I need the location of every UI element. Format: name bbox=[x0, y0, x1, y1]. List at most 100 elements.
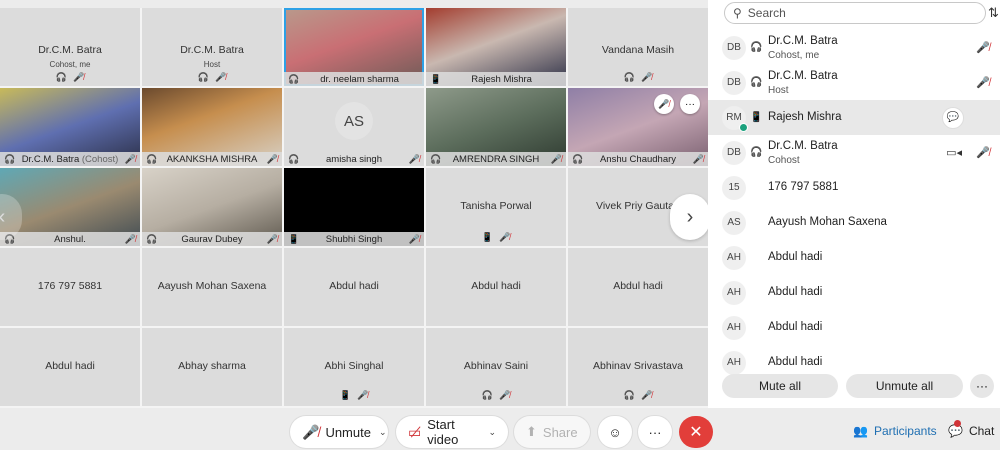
audio-icon: 🎧 bbox=[572, 154, 584, 164]
tile-amrendra-singh[interactable]: 🎧 AMRENDRA SINGH 🎤̸ bbox=[426, 88, 566, 166]
participant-role: Host bbox=[768, 85, 789, 96]
more-options-button[interactable]: ··· bbox=[970, 374, 994, 398]
tile-label: Anshu Chaudhary bbox=[599, 153, 677, 165]
audio-icon: 🎧 bbox=[55, 72, 67, 82]
tile-name: Abhi Singhal bbox=[324, 360, 384, 372]
participant-role: Cohost, me bbox=[768, 50, 820, 61]
video-grid: Dr.C.M. Batra Cohost, me 🎧 🎤̸ Dr.C.M. Ba… bbox=[0, 8, 710, 408]
tile-vandana-masih[interactable]: Vandana Masih 🎧 🎤̸ bbox=[568, 8, 708, 86]
reactions-button[interactable]: ☺ bbox=[598, 416, 632, 448]
tile-name: Tanisha Porwal bbox=[460, 200, 532, 212]
audio-icon: 🎧 bbox=[481, 390, 493, 400]
participants-tab[interactable]: 👥 Participants bbox=[845, 416, 945, 446]
audio-icon: 🎧 bbox=[146, 234, 158, 244]
mic-muted-icon[interactable]: 🎤̸ bbox=[976, 76, 990, 89]
tile-anshu-chaudhary[interactable]: 🎤̸ ··· 🎧 Anshu Chaudhary 🎤̸ bbox=[568, 88, 708, 166]
tile-abhay-sharma[interactable]: Abhay sharma bbox=[142, 328, 282, 406]
tile-dr-cm-batra-me[interactable]: Dr.C.M. Batra Cohost, me 🎧 🎤̸ bbox=[0, 8, 140, 86]
phone-icon: 📱 bbox=[750, 112, 763, 123]
tile-abdul-hadi[interactable]: Abdul hadi bbox=[284, 248, 424, 326]
mic-muted-icon: 🎤̸ bbox=[73, 72, 85, 82]
next-page-button[interactable]: › bbox=[670, 194, 710, 240]
more-options-button[interactable]: ··· bbox=[638, 416, 672, 448]
tile-shubhi-singh[interactable]: 📱 Shubhi Singh 🎤̸ bbox=[284, 168, 424, 246]
chevron-down-icon[interactable]: ⌄ bbox=[379, 427, 387, 438]
tile-dr-cm-batra-host[interactable]: Dr.C.M. Batra Host 🎧 🎤̸ bbox=[142, 8, 282, 86]
audio-icon: 🎧 bbox=[623, 72, 635, 82]
avatar: RM bbox=[722, 105, 748, 132]
mute-participant-button[interactable]: 🎤̸ bbox=[654, 94, 674, 114]
tile-name: Abdul hadi bbox=[329, 280, 379, 292]
participant-row[interactable]: AH Abdul hadi bbox=[708, 310, 1000, 345]
unmute-button[interactable]: 🎤̸ Unmute ⌄ bbox=[290, 416, 388, 448]
phone-icon: 📱 bbox=[339, 390, 351, 400]
tile-name: Dr.C.M. Batra bbox=[38, 44, 102, 56]
participants-tab-label: Participants bbox=[873, 424, 937, 438]
participant-row[interactable]: DB 🎧 Dr.C.M. Batra Cohost ▭◂ 🎤̸ bbox=[708, 135, 1000, 170]
meeting-window: Dr.C.M. Batra Cohost, me 🎧 🎤̸ Dr.C.M. Ba… bbox=[0, 0, 1000, 450]
share-button[interactable]: ⬆ Share bbox=[514, 416, 590, 448]
ellipsis-icon: ··· bbox=[976, 379, 988, 393]
start-video-button[interactable]: ▭̸ Start video ⌄ bbox=[396, 416, 508, 448]
more-options-button[interactable]: ··· bbox=[680, 94, 700, 114]
tile-abdul-hadi[interactable]: Abdul hadi bbox=[0, 328, 140, 406]
tile-dr-cm-batra-cohost[interactable]: 🎧 Dr.C.M. Batra (Cohost) 🎤̸ bbox=[0, 88, 140, 166]
avatar: AH bbox=[722, 315, 746, 340]
tile-abhi-singhal[interactable]: Abhi Singhal 📱 🎤̸ bbox=[284, 328, 424, 406]
audio-icon: 🎧 bbox=[623, 390, 635, 400]
participants-panel: ⚲ Search ⇅ DB 🎧 Dr.C.M. Batra Cohost, me… bbox=[708, 0, 1000, 408]
mic-muted-icon: 🎤̸ bbox=[266, 234, 278, 244]
tile-phone-number[interactable]: 176 797 5881 bbox=[0, 248, 140, 326]
participant-row[interactable]: AS Aayush Mohan Saxena bbox=[708, 205, 1000, 240]
participant-name: Abdul hadi bbox=[768, 321, 823, 333]
tile-name: Vandana Masih bbox=[601, 44, 675, 56]
participant-row[interactable]: DB 🎧 Dr.C.M. Batra Cohost, me 🎤̸ bbox=[708, 30, 1000, 65]
tile-abdul-hadi[interactable]: Abdul hadi bbox=[568, 248, 708, 326]
tile-role: Cohost, me bbox=[49, 60, 91, 69]
start-video-label: Start video bbox=[427, 417, 459, 447]
mic-muted-icon: 🎤̸ bbox=[641, 72, 653, 82]
search-input[interactable]: ⚲ Search bbox=[724, 2, 986, 24]
leave-meeting-button[interactable]: ✕ bbox=[679, 416, 713, 448]
mic-muted-icon: 🎤̸ bbox=[124, 154, 136, 164]
tile-aayush-mohan-saxena[interactable]: Aayush Mohan Saxena bbox=[142, 248, 282, 326]
tile-tanisha-porwal[interactable]: Tanisha Porwal 📱 🎤̸ bbox=[426, 168, 566, 246]
share-label: Share bbox=[542, 424, 578, 440]
mic-muted-icon: 🎤̸ bbox=[641, 390, 653, 400]
tile-gaurav-dubey[interactable]: 🎧 Gaurav Dubey 🎤̸ bbox=[142, 168, 282, 246]
mic-muted-icon[interactable]: 🎤̸ bbox=[976, 146, 990, 159]
chat-bubble-icon[interactable]: 💬 bbox=[942, 106, 964, 129]
tile-label: dr. neelam sharma bbox=[320, 73, 399, 85]
tile-abhinav-srivastava[interactable]: Abhinav Srivastava 🎧 🎤̸ bbox=[568, 328, 708, 406]
mic-muted-icon: 🎤̸ bbox=[215, 72, 227, 82]
audio-icon: 🎧 bbox=[288, 74, 300, 84]
sort-icon[interactable]: ⇅ bbox=[988, 5, 999, 21]
chevron-down-icon[interactable]: ⌄ bbox=[488, 427, 496, 438]
mic-muted-icon: 🎤̸ bbox=[499, 232, 511, 242]
mic-muted-icon: 🎤̸ bbox=[266, 154, 278, 164]
participant-row[interactable]: AH Abdul hadi bbox=[708, 240, 1000, 275]
unmute-all-button[interactable]: Unmute all bbox=[846, 374, 963, 398]
phone-icon: 📱 bbox=[481, 232, 493, 242]
tile-label: Anshul. bbox=[54, 233, 86, 245]
tile-label: amisha singh bbox=[326, 153, 382, 165]
audio-icon: 🎧 bbox=[288, 154, 300, 164]
mic-muted-icon[interactable]: 🎤̸ bbox=[976, 41, 990, 54]
tile-amisha-singh[interactable]: AS 🎧 amisha singh 🎤̸ bbox=[284, 88, 424, 166]
participant-row[interactable]: RM 📱 Rajesh Mishra 💬 bbox=[708, 100, 1000, 135]
mute-all-button[interactable]: Mute all bbox=[722, 374, 838, 398]
tile-abdul-hadi[interactable]: Abdul hadi bbox=[426, 248, 566, 326]
tile-role: Host bbox=[203, 60, 221, 69]
audio-icon: 🎧 bbox=[750, 42, 763, 53]
tile-abhinav-saini[interactable]: Abhinav Saini 🎧 🎤̸ bbox=[426, 328, 566, 406]
participant-row[interactable]: AH Abdul hadi bbox=[708, 275, 1000, 310]
tile-rajesh-mishra[interactable]: 📱 Rajesh Mishra bbox=[426, 8, 566, 86]
tile-label: Shubhi Singh bbox=[325, 233, 383, 245]
chevron-right-icon: › bbox=[686, 205, 694, 228]
tile-akanksha-mishra[interactable]: 🎧 AKANKSHA MISHRA 🎤̸ bbox=[142, 88, 282, 166]
chat-tab[interactable]: 💬 Chat bbox=[940, 416, 1000, 446]
tile-neelam-sharma[interactable]: 🎧 dr. neelam sharma bbox=[284, 8, 424, 86]
close-icon: ✕ bbox=[689, 424, 703, 441]
participant-row[interactable]: 15 176 797 5881 bbox=[708, 170, 1000, 205]
participant-row[interactable]: DB 🎧 Dr.C.M. Batra Host 🎤̸ bbox=[708, 65, 1000, 100]
